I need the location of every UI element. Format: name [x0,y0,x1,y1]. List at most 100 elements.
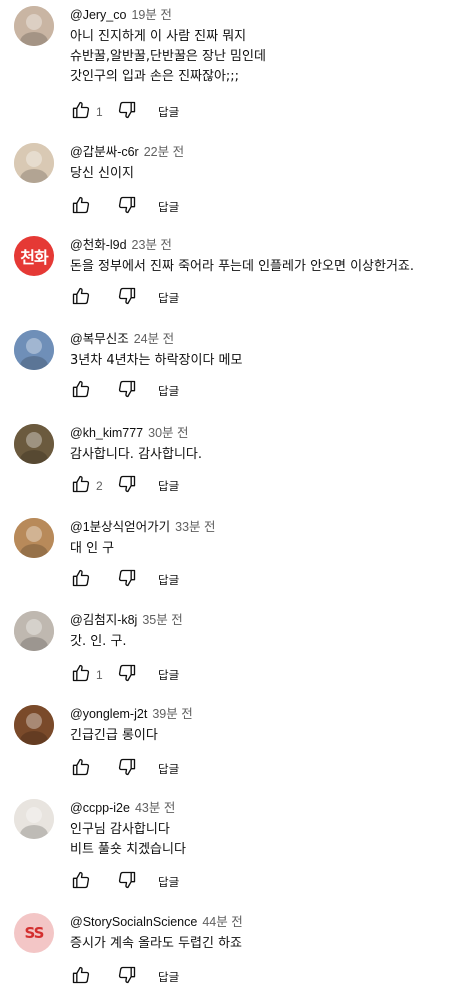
like-button[interactable] [70,101,92,123]
avatar[interactable] [14,330,54,370]
comment-time[interactable]: 30분 전 [148,426,188,440]
comment-author[interactable]: @복무신조 [70,332,129,346]
avatar[interactable] [14,6,54,46]
avatar-label: SS [24,924,45,942]
dislike-button[interactable] [116,966,138,988]
dislike-button[interactable] [116,664,138,686]
comment-author[interactable]: @ccpp-i2e [70,801,130,815]
like-button[interactable] [70,569,92,591]
reply-button[interactable]: 답글 [158,667,179,683]
reply-button[interactable]: 답글 [158,383,179,399]
comment-time[interactable]: 22분 전 [144,145,184,159]
like-button[interactable] [70,664,92,686]
like-button[interactable] [70,196,92,218]
reply-button[interactable]: 답글 [158,761,179,777]
comment-actions: 답글 [70,379,179,403]
thumbs-up-icon [71,195,91,220]
thumbs-down-icon [117,195,137,220]
thumbs-down-icon [117,100,137,125]
comment-time[interactable]: 44분 전 [202,915,242,929]
comment-text: 감사합니다. 감사합니다. [70,447,202,462]
avatar[interactable] [14,143,54,183]
like-button[interactable] [70,758,92,780]
dislike-button[interactable] [116,475,138,497]
like-count: 2 [96,479,103,493]
comment-time[interactable]: 35분 전 [142,613,182,627]
comment-author[interactable]: @Jery_co [70,8,126,22]
comment-time[interactable]: 33분 전 [175,520,215,534]
comment-time[interactable]: 19분 전 [131,8,171,22]
like-button[interactable] [70,287,92,309]
comment-author[interactable]: @천화-l9d [70,238,127,252]
thumbs-up-icon [71,757,91,782]
avatar-label: 천화 [20,248,48,267]
like-button[interactable] [70,380,92,402]
like-button[interactable] [70,475,92,497]
dislike-button[interactable] [116,287,138,309]
comment-text: 돈을 정부에서 진짜 죽어라 푸는데 인플레가 안오면 이상한거죠. [70,259,415,274]
dislike-button[interactable] [116,380,138,402]
comment-actions: 답글 [70,286,179,310]
comment-time[interactable]: 39분 전 [152,707,192,721]
thumbs-up-icon [71,663,91,688]
comment-actions: 2 답글 [70,474,179,498]
reply-button[interactable]: 답글 [158,199,179,215]
comment-author[interactable]: @김첨지-k8j [70,613,137,627]
dislike-button[interactable] [116,758,138,780]
dislike-button[interactable] [116,569,138,591]
thumbs-down-icon [117,663,137,688]
comment-actions: 답글 [70,965,179,989]
comment-time[interactable]: 23분 전 [132,238,172,252]
like-button[interactable] [70,966,92,988]
comment-actions: 답글 [70,757,179,781]
thumbs-down-icon [117,870,137,895]
like-count: 1 [96,105,103,119]
thumbs-up-icon [71,379,91,404]
thumbs-down-icon [117,757,137,782]
avatar[interactable] [14,799,54,839]
comment-text: 증시가 계속 올라도 두렵긴 하죠 [70,936,243,951]
thumbs-down-icon [117,474,137,499]
avatar[interactable] [14,705,54,745]
avatar[interactable] [14,518,54,558]
reply-button[interactable]: 답글 [158,478,179,494]
comment-text: 인구님 감사합니다 비트 풀숏 치겠습니다 [70,822,186,857]
dislike-button[interactable] [116,101,138,123]
avatar[interactable] [14,611,54,651]
comment-actions: 답글 [70,870,179,894]
comment-author[interactable]: @갑분싸-c6r [70,145,139,159]
comment-author[interactable]: @kh_kim777 [70,426,143,440]
comment-text: 긴급긴급 롱이다 [70,728,158,743]
reply-button[interactable]: 답글 [158,969,179,985]
thumbs-down-icon [117,286,137,311]
comment-actions: 답글 [70,568,179,592]
comment-author[interactable]: @StorySocialnScience [70,915,197,929]
thumbs-up-icon [71,568,91,593]
dislike-button[interactable] [116,871,138,893]
like-button[interactable] [70,871,92,893]
comment-actions: 답글 [70,195,179,219]
comment-time[interactable]: 24분 전 [134,332,174,346]
comment-time[interactable]: 43분 전 [135,801,175,815]
thumbs-up-icon [71,870,91,895]
reply-button[interactable]: 답글 [158,874,179,890]
avatar[interactable] [14,424,54,464]
comment-text: 3년차 4년차는 하락장이다 메모 [70,353,243,368]
comment-actions: 1 답글 [70,663,179,687]
reply-button[interactable]: 답글 [158,290,179,306]
comment-text: 아니 진지하게 이 사람 진짜 뭐지 슈반꿀,알반꿀,단반꿀은 장난 밈인데 갓… [70,29,266,84]
comment-text: 당신 신이지 [70,166,134,181]
avatar[interactable]: SS [14,913,54,953]
thumbs-up-icon [71,100,91,125]
comment-text: 대 인 구 [70,541,115,556]
thumbs-down-icon [117,379,137,404]
comment-author[interactable]: @1분상식얻어가기 [70,520,170,534]
reply-button[interactable]: 답글 [158,572,179,588]
comment-author[interactable]: @yonglem-j2t [70,707,147,721]
comment-text: 갓. 인. 구. [70,634,127,649]
avatar[interactable]: 천화 [14,236,54,276]
thumbs-up-icon [71,474,91,499]
reply-button[interactable]: 답글 [158,104,179,120]
dislike-button[interactable] [116,196,138,218]
thumbs-down-icon [117,568,137,593]
